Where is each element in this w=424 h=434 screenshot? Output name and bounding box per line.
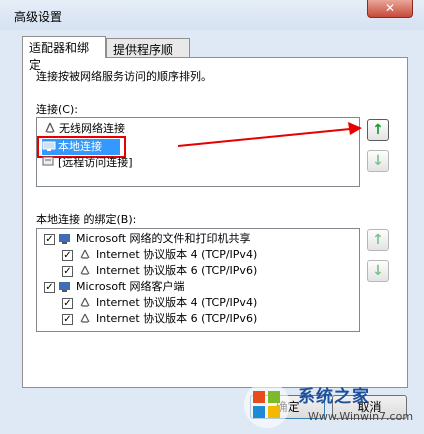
annotation-arrow xyxy=(177,122,362,147)
close-button[interactable]: ✕ xyxy=(367,0,413,18)
network-icon xyxy=(43,122,57,134)
close-icon: ✕ xyxy=(384,1,396,15)
protocol-icon xyxy=(78,248,92,263)
connections-label: 连接(C): xyxy=(36,103,78,116)
bindings-label: 本地连接 的绑定(B): xyxy=(36,213,137,226)
list-item-label: 无线网络连接 xyxy=(59,122,125,135)
binding-label: Internet 协议版本 6 (TCP/IPv6) xyxy=(96,264,258,277)
list-item-label: [远程访问连接] xyxy=(58,156,133,169)
up-arrow-icon: ↑ xyxy=(372,122,384,138)
checkbox[interactable]: ✓ xyxy=(44,234,55,245)
binding-label: Internet 协议版本 4 (TCP/IPv4) xyxy=(96,296,258,309)
protocol-icon xyxy=(78,312,92,327)
watermark-url: Www.Winwin7.com xyxy=(308,410,414,423)
binding-label: Internet 协议版本 4 (TCP/IPv4) xyxy=(96,248,258,261)
binding-label: Microsoft 网络的文件和打印机共享 xyxy=(76,232,251,245)
binding-move-up-button[interactable]: ↑ xyxy=(367,229,389,251)
network-client-icon xyxy=(58,280,72,297)
checkbox[interactable]: ✓ xyxy=(44,282,55,293)
windows-logo-icon xyxy=(244,382,290,428)
up-arrow-icon: ↑ xyxy=(372,232,384,248)
protocol-icon xyxy=(78,296,92,311)
window-title: 高级设置 xyxy=(14,10,63,24)
file-sharing-icon xyxy=(58,232,72,249)
checkbox[interactable]: ✓ xyxy=(62,298,73,309)
watermark: 系统之家 Www.Winwin7.com xyxy=(238,376,424,434)
tab-adapters-bindings[interactable]: 适配器和绑定 xyxy=(22,36,106,72)
list-item[interactable]: 无线网络连接 xyxy=(43,121,125,137)
watermark-text: 系统之家 xyxy=(298,387,370,407)
binding-move-down-button[interactable]: ↓ xyxy=(367,260,389,282)
tab-provider-order[interactable]: 提供程序顺序 xyxy=(106,38,190,74)
advanced-settings-dialog: 高级设置 ✕ 适配器和绑定 提供程序顺序 连接按被网络服务访问的顺序排列。 连接… xyxy=(0,0,424,434)
remote-connection-icon xyxy=(42,156,56,168)
down-arrow-icon: ↓ xyxy=(372,153,384,169)
title-bar: 高级设置 ✕ xyxy=(0,0,424,30)
move-up-button[interactable]: ↑ xyxy=(367,119,389,141)
protocol-icon xyxy=(78,264,92,279)
move-down-button[interactable]: ↓ xyxy=(367,150,389,172)
checkbox[interactable]: ✓ xyxy=(62,314,73,325)
list-item[interactable]: [远程访问连接] xyxy=(42,155,133,171)
checkbox[interactable]: ✓ xyxy=(62,250,73,261)
checkbox[interactable]: ✓ xyxy=(62,266,73,277)
binding-label: Microsoft 网络客户端 xyxy=(76,280,185,293)
down-arrow-icon: ↓ xyxy=(372,263,384,279)
binding-label: Internet 协议版本 6 (TCP/IPv6) xyxy=(96,312,258,325)
description-text: 连接按被网络服务访问的顺序排列。 xyxy=(36,70,212,83)
